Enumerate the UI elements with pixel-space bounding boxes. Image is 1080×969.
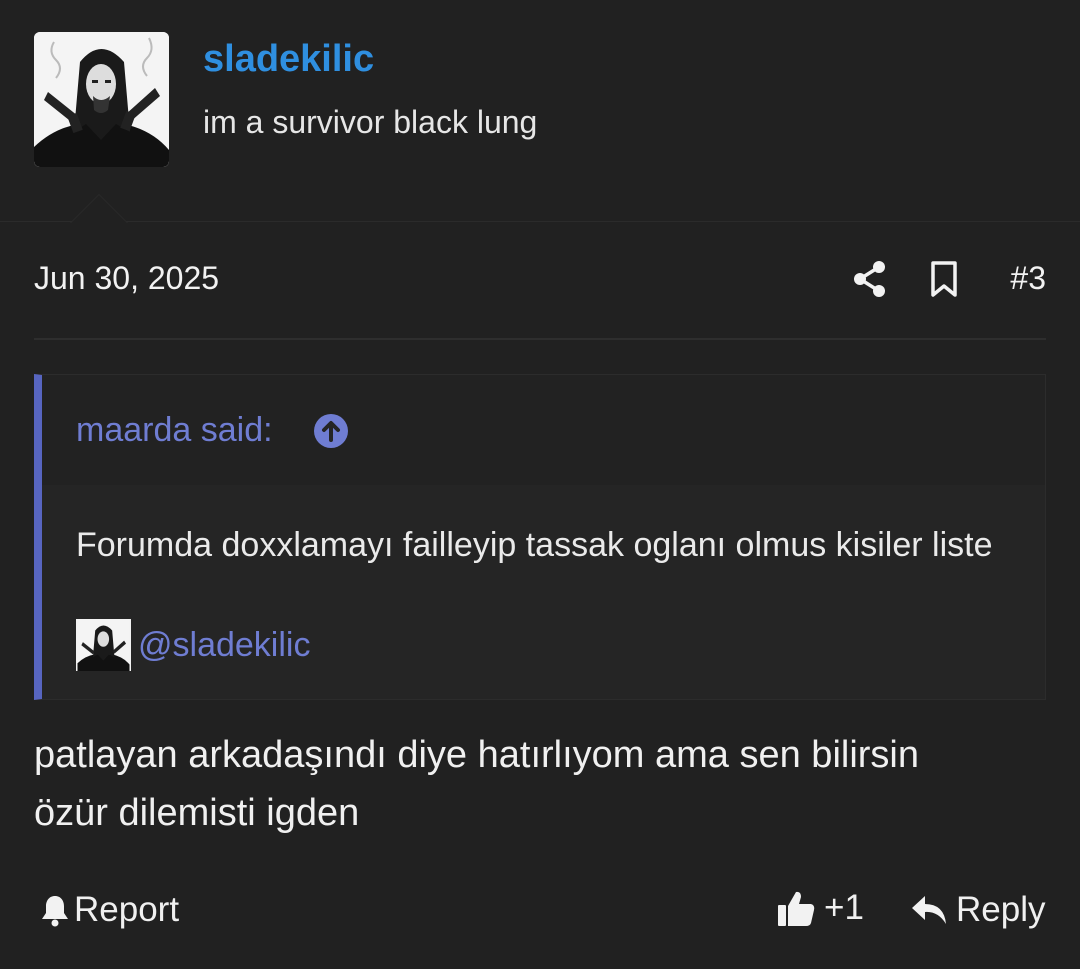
quote-author[interactable]: maarda said:: [76, 411, 273, 450]
share-icon[interactable]: [852, 260, 888, 303]
quote-body: Forumda doxxlamayı failleyip tassak ogla…: [76, 526, 993, 564]
thumbs-up-icon: [778, 891, 815, 926]
divider: [34, 338, 1046, 340]
post-body-line: patlayan arkadaşındı diye hatırlıyom ama…: [34, 734, 920, 776]
post-actions: Report +1 Reply: [34, 886, 1046, 936]
reply-icon: [912, 896, 946, 924]
like-count: +1: [824, 888, 864, 927]
quote-block: maarda said: Forumda doxxlamayı failleyi…: [34, 374, 1046, 700]
post-body-line: özür dilemisti igden: [34, 792, 360, 834]
report-button[interactable]: Report: [40, 890, 179, 930]
reply-button[interactable]: Reply: [910, 890, 1045, 930]
post-number[interactable]: #3: [1010, 260, 1046, 297]
post-body: patlayan arkadaşındı diye hatırlıyom ama…: [34, 726, 1046, 842]
username[interactable]: sladekilic: [203, 38, 374, 81]
bookmark-icon[interactable]: [928, 260, 960, 303]
post-date[interactable]: Jun 30, 2025: [34, 260, 219, 297]
mention-avatar: [76, 619, 131, 671]
like-button[interactable]: +1: [776, 888, 864, 928]
reply-label: Reply: [956, 890, 1046, 929]
report-label: Report: [74, 890, 180, 929]
header-pointer: [70, 194, 128, 223]
avatar-image: [34, 32, 169, 167]
user-header: sladekilic im a survivor black lung: [0, 0, 1080, 223]
post-meta: Jun 30, 2025 #3: [34, 258, 1046, 302]
quote-header: maarda said:: [42, 375, 1045, 485]
user-title: im a survivor black lung: [203, 104, 538, 140]
mention[interactable]: @sladekilic: [76, 619, 310, 671]
bell-icon: [42, 896, 68, 927]
avatar[interactable]: [34, 32, 169, 167]
arrow-up-circle-icon[interactable]: [313, 413, 349, 449]
mention-username[interactable]: @sladekilic: [138, 626, 310, 665]
